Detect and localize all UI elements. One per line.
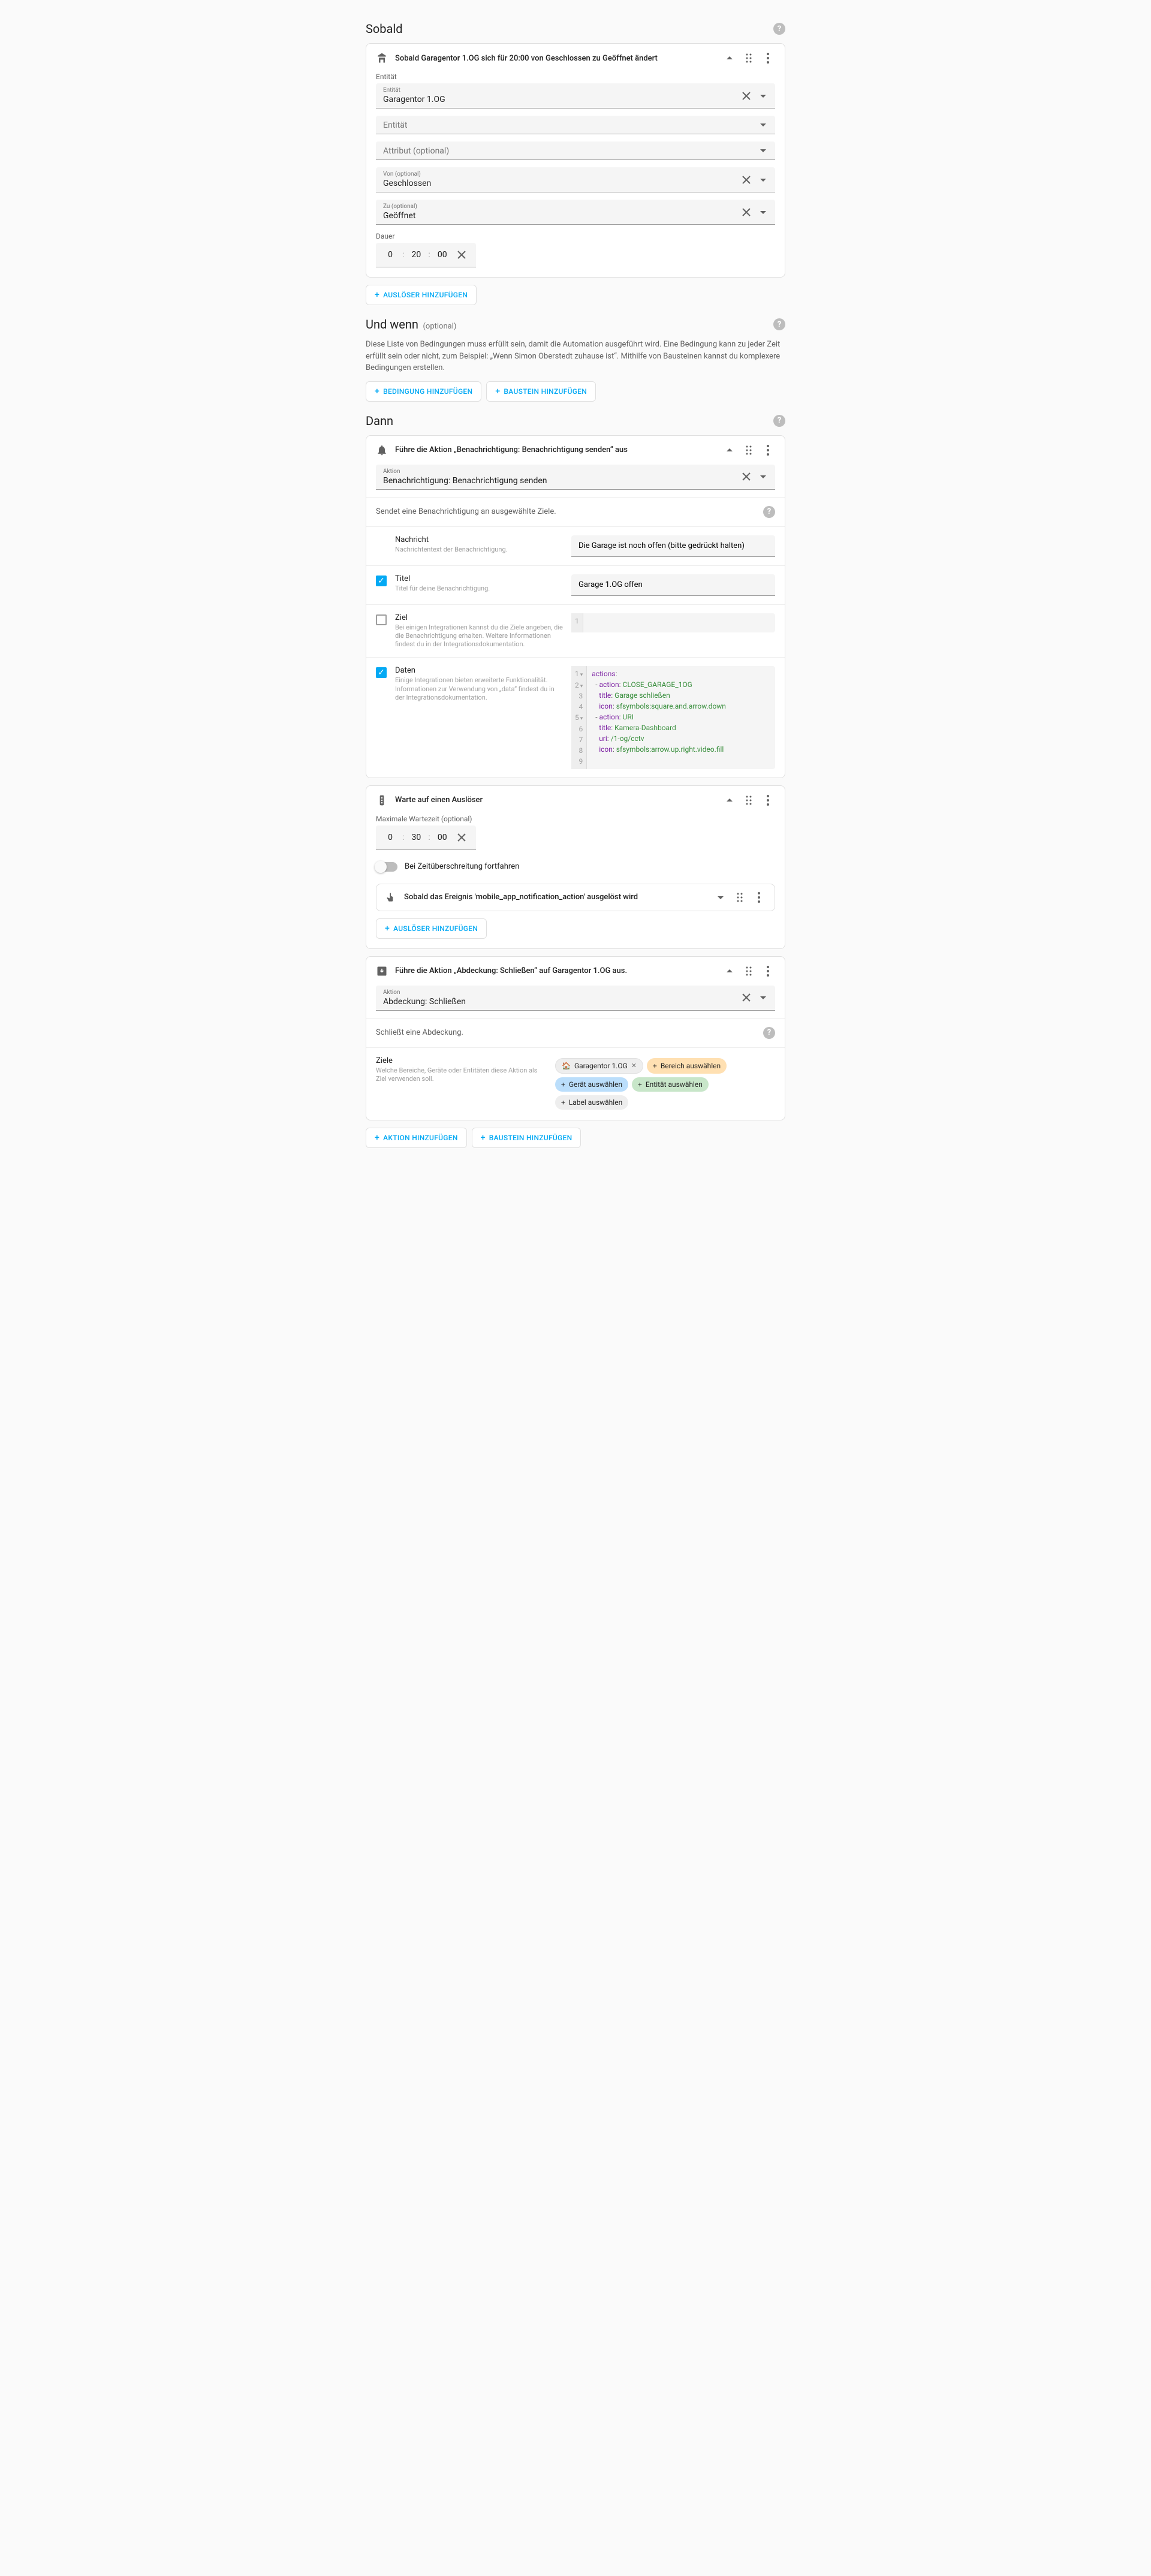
data-checkbox[interactable]: ✓ — [376, 667, 387, 678]
drag-handle[interactable] — [742, 443, 756, 457]
clear-icon[interactable] — [739, 89, 754, 103]
collapse-button[interactable] — [722, 964, 737, 978]
max-wait-input[interactable]: 0: 30: 00 — [376, 825, 476, 850]
dropdown-icon[interactable] — [756, 143, 770, 158]
section-title-condition: Und wenn — [366, 317, 418, 332]
action-card-cover: Führe die Aktion „Abdeckung: Schließen“ … — [366, 956, 785, 1120]
add-block-button[interactable]: +BAUSTEIN HINZUFÜGEN — [472, 1128, 581, 1148]
add-entity-chip[interactable]: +Entität auswählen — [632, 1077, 709, 1092]
clear-icon[interactable] — [739, 205, 754, 219]
field-label-message: Nachricht — [395, 535, 563, 544]
field-label-title: Titel — [395, 574, 563, 583]
action-card-title: Führe die Aktion „Benachrichtigung: Bena… — [395, 445, 715, 454]
timeout-label: Bei Zeitüberschreitung fortfahren — [405, 862, 519, 871]
timeout-toggle[interactable] — [376, 862, 397, 872]
nested-trigger-card: Sobald das Ereignis 'mobile_app_notifica… — [376, 884, 775, 911]
condition-description: Diese Liste von Bedingungen muss erfüllt… — [366, 339, 785, 374]
duration-label: Dauer — [376, 232, 775, 240]
drag-handle[interactable] — [742, 51, 756, 65]
gesture-icon — [385, 891, 397, 903]
dropdown-icon[interactable] — [756, 469, 770, 484]
action-card-notify: Führe die Aktion „Benachrichtigung: Bena… — [366, 435, 785, 778]
overflow-menu[interactable] — [761, 964, 775, 978]
clear-icon[interactable] — [454, 248, 469, 262]
add-trigger-button[interactable]: +AUSLÖSER HINZUFÜGEN — [366, 285, 477, 305]
help-icon[interactable]: ? — [763, 1027, 775, 1039]
collapse-button[interactable] — [722, 443, 737, 457]
message-input[interactable] — [571, 535, 775, 557]
entity-add-input[interactable]: Entität — [376, 116, 775, 134]
action-card-wait: Warte auf einen Auslöser Maximale Wartez… — [366, 785, 785, 949]
duration-input[interactable]: 0: 20: 00 — [376, 243, 476, 267]
overflow-menu[interactable] — [761, 51, 775, 65]
clear-icon[interactable] — [454, 830, 469, 845]
overflow-menu[interactable] — [761, 443, 775, 457]
title-checkbox[interactable]: ✓ — [376, 576, 387, 586]
data-yaml-editor[interactable]: 1▾ 2▾ 3 4 5▾ 6 7 8 9 actions: - action: … — [571, 666, 775, 769]
action-card-title: Führe die Aktion „Abdeckung: Schließen“ … — [395, 966, 715, 975]
clear-icon[interactable] — [739, 173, 754, 187]
add-device-chip[interactable]: +Gerät auswählen — [555, 1077, 628, 1092]
entity-label: Entität — [376, 73, 775, 81]
bell-icon — [376, 444, 388, 456]
entity-input[interactable]: Entität Garagentor 1.OG — [376, 83, 775, 109]
help-icon[interactable]: ? — [773, 415, 785, 427]
action-description: Sendet eine Benachrichtigung an ausgewäh… — [376, 507, 556, 516]
drag-handle[interactable] — [742, 793, 756, 808]
add-trigger-button[interactable]: +AUSLÖSER HINZUFÜGEN — [376, 918, 487, 939]
trigger-card-title: Sobald Garagentor 1.OG sich für 20:00 vo… — [395, 54, 715, 63]
section-title-action: Dann — [366, 414, 393, 428]
entity-chip[interactable]: 🏠 Garagentor 1.OG ✕ — [555, 1058, 643, 1074]
dropdown-icon[interactable] — [756, 117, 770, 132]
traffic-light-icon — [376, 794, 388, 806]
field-label-data: Daten — [395, 666, 563, 675]
collapse-button[interactable] — [722, 793, 737, 808]
add-condition-button[interactable]: +BEDINGUNG HINZUFÜGEN — [366, 381, 481, 402]
dropdown-icon[interactable] — [756, 205, 770, 219]
field-label-target: Ziel — [395, 613, 563, 622]
dropdown-icon[interactable] — [756, 89, 770, 103]
attribute-input[interactable]: Attribut (optional) — [376, 141, 775, 160]
clear-icon[interactable] — [739, 469, 754, 484]
targets-label: Ziele — [376, 1056, 544, 1065]
target-checkbox[interactable] — [376, 614, 387, 625]
chip-remove[interactable]: ✕ — [631, 1062, 637, 1069]
add-area-chip[interactable]: +Bereich auswählen — [647, 1058, 727, 1074]
nested-trigger-title: Sobald das Ereignis 'mobile_app_notifica… — [404, 893, 706, 902]
section-title-trigger: Sobald — [366, 22, 403, 36]
garage-icon: 🏠 — [562, 1062, 571, 1070]
help-icon[interactable]: ? — [773, 23, 785, 35]
max-wait-label: Maximale Wartezeit (optional) — [376, 815, 775, 823]
overflow-menu[interactable] — [761, 793, 775, 808]
drag-handle[interactable] — [733, 890, 747, 905]
drag-handle[interactable] — [742, 964, 756, 978]
collapse-button[interactable] — [722, 51, 737, 65]
trigger-card: Sobald Garagentor 1.OG sich für 20:00 vo… — [366, 43, 785, 278]
arrow-down-box-icon — [376, 965, 388, 977]
to-input[interactable]: Zu (optional) Geöffnet — [376, 200, 775, 225]
add-block-button[interactable]: +BAUSTEIN HINZUFÜGEN — [486, 381, 596, 402]
overflow-menu[interactable] — [752, 890, 766, 905]
dropdown-icon[interactable] — [756, 173, 770, 187]
add-label-chip[interactable]: +Label auswählen — [555, 1095, 628, 1110]
action-description: Schließt eine Abdeckung. — [376, 1028, 463, 1037]
add-action-button[interactable]: +AKTION HINZUFÜGEN — [366, 1128, 467, 1148]
expand-button[interactable] — [713, 890, 728, 905]
help-icon[interactable]: ? — [773, 318, 785, 330]
from-input[interactable]: Von (optional) Geschlossen — [376, 167, 775, 192]
action-card-title: Warte auf einen Auslöser — [395, 796, 715, 805]
help-icon[interactable]: ? — [763, 506, 775, 518]
state-icon — [376, 52, 388, 64]
dropdown-icon[interactable] — [756, 990, 770, 1005]
clear-icon[interactable] — [739, 990, 754, 1005]
title-input[interactable] — [571, 574, 775, 596]
action-select[interactable]: Aktion Abdeckung: Schließen — [376, 986, 775, 1011]
action-select[interactable]: Aktion Benachrichtigung: Benachrichtigun… — [376, 465, 775, 490]
